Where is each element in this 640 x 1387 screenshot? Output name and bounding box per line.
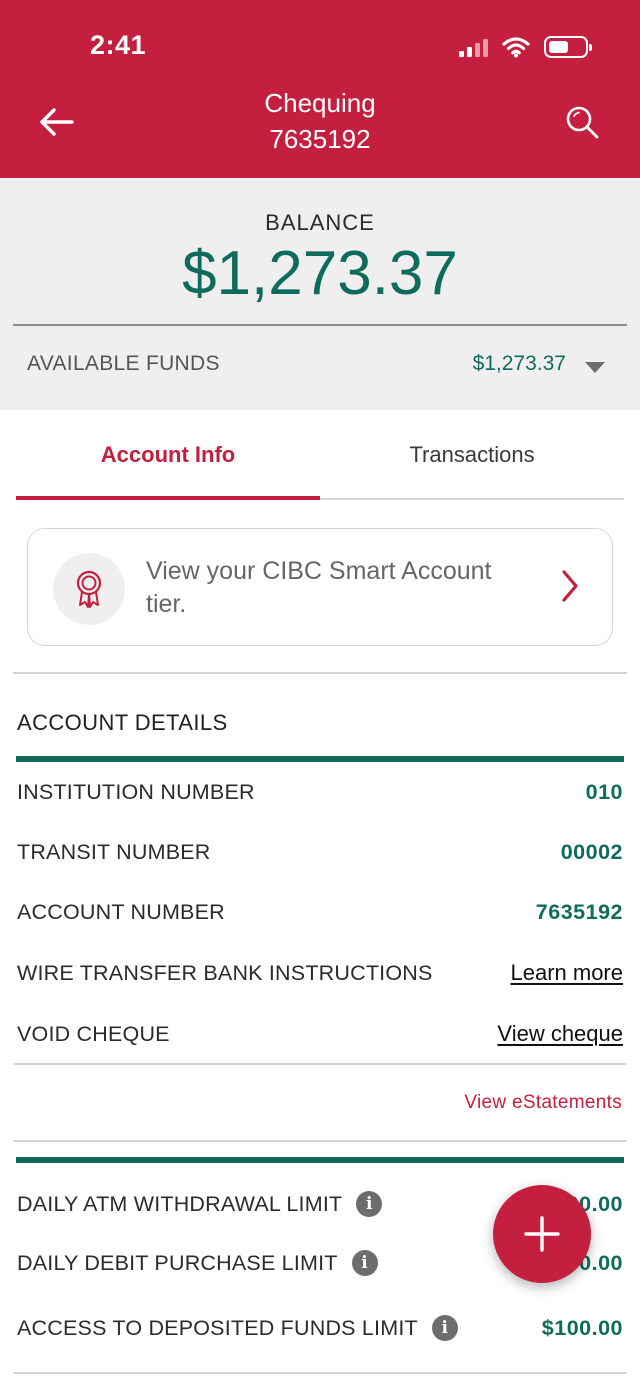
balance-label: BALANCE: [265, 210, 375, 235]
detail-label: ACCOUNT NUMBER: [17, 899, 225, 924]
status-time: 2:41: [90, 30, 147, 60]
smart-account-tier-card[interactable]: View your CIBC Smart Account tier.: [27, 528, 613, 646]
wifi-icon: [502, 37, 530, 58]
limit-label: ACCESS TO DEPOSITED FUNDS LIMIT i: [17, 1315, 458, 1341]
tab-transactions[interactable]: Transactions: [320, 410, 624, 498]
limit-label-text: ACCESS TO DEPOSITED FUNDS LIMIT: [17, 1315, 418, 1340]
balance-divider: [13, 324, 627, 326]
detail-label: INSTITUTION NUMBER: [17, 779, 255, 804]
balance-amount: $1,273.37: [182, 239, 458, 308]
limit-label: DAILY ATM WITHDRAWAL LIMIT i: [17, 1191, 383, 1217]
section-accent-bar: [16, 756, 624, 762]
detail-value: 7635192: [535, 899, 623, 924]
award-badge: [53, 553, 125, 625]
balance-panel: BALANCE $1,273.37 AVAILABLE FUNDS $1,273…: [0, 178, 640, 410]
smart-account-text: View your CIBC Smart Account tier.: [146, 557, 492, 618]
divider: [13, 1063, 627, 1065]
detail-value: 010: [585, 779, 623, 804]
page-title: Chequing: [264, 88, 376, 118]
add-action-button[interactable]: [493, 1185, 591, 1283]
limit-label: DAILY DEBIT PURCHASE LIMIT i: [17, 1250, 378, 1276]
detail-label: WIRE TRANSFER BANK INSTRUCTIONS: [17, 960, 433, 985]
limit-label-text: DAILY ATM WITHDRAWAL LIMIT: [17, 1191, 343, 1216]
detail-label: TRANSIT NUMBER: [17, 839, 211, 864]
info-icon[interactable]: i: [431, 1315, 458, 1341]
limit-value: $100.00: [541, 1315, 623, 1340]
award-ribbon-icon: [76, 570, 102, 608]
tab-account-info[interactable]: Account Info: [16, 410, 320, 500]
detail-label: VOID CHEQUE: [17, 1021, 170, 1046]
detail-value: 00002: [560, 839, 623, 864]
learn-more-link[interactable]: Learn more: [510, 960, 623, 986]
available-funds-toggle[interactable]: AVAILABLE FUNDS $1,273.37: [0, 328, 640, 400]
view-cheque-link[interactable]: View cheque: [497, 1021, 623, 1047]
info-icon[interactable]: i: [356, 1191, 383, 1217]
chevron-right-icon: [562, 570, 578, 602]
detail-row-account-number: ACCOUNT NUMBER 7635192: [17, 892, 623, 932]
app-header: 2:41 Chequing 7635192: [0, 0, 640, 178]
account-details-heading: ACCOUNT DETAILS: [17, 710, 228, 735]
detail-row-transit-number: TRANSIT NUMBER 00002: [17, 832, 623, 872]
plus-icon: [524, 1216, 560, 1252]
divider: [13, 672, 627, 674]
section-accent-bar: [16, 1157, 624, 1163]
search-button[interactable]: [560, 100, 604, 144]
status-icons: [459, 36, 592, 58]
detail-row-void-cheque: VOID CHEQUE View cheque: [17, 1014, 623, 1054]
tab-bar: Account Info Transactions: [16, 410, 624, 500]
divider: [13, 1372, 627, 1374]
available-funds-amount: $1,273.37: [472, 352, 566, 375]
limit-label-text: DAILY DEBIT PURCHASE LIMIT: [17, 1250, 338, 1275]
divider: [13, 1140, 627, 1142]
search-icon: [566, 106, 599, 139]
detail-row-wire-transfer: WIRE TRANSFER BANK INSTRUCTIONS Learn mo…: [17, 953, 623, 993]
available-funds-label: AVAILABLE FUNDS: [27, 352, 220, 375]
cellular-signal-icon: [459, 37, 488, 57]
view-estatements-link[interactable]: View eStatements: [464, 1092, 622, 1114]
battery-icon: [544, 36, 592, 58]
caret-down-icon: [585, 362, 605, 373]
info-icon[interactable]: i: [351, 1250, 378, 1276]
limit-row-deposited-funds: ACCESS TO DEPOSITED FUNDS LIMIT i $100.0…: [17, 1308, 623, 1348]
detail-row-institution-number: INSTITUTION NUMBER 010: [17, 772, 623, 812]
page-subtitle-account-number: 7635192: [269, 124, 371, 154]
